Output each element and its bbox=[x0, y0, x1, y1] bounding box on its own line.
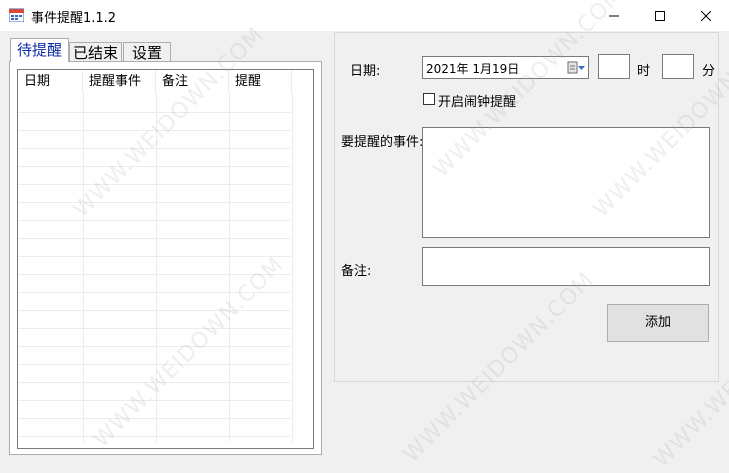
hour-input[interactable] bbox=[598, 54, 630, 79]
title-bar: 事件提醒1.1.2 bbox=[0, 0, 729, 31]
grid-header: 日期 提醒事件 备注 提醒 bbox=[18, 70, 313, 94]
grid-row-line bbox=[18, 220, 291, 221]
tab-finished[interactable]: 已结束 bbox=[69, 42, 122, 62]
maximize-button[interactable] bbox=[637, 0, 683, 31]
close-icon bbox=[701, 10, 711, 21]
tab-panel: 日期 提醒事件 备注 提醒 bbox=[9, 61, 322, 455]
grid-row-line bbox=[18, 400, 291, 401]
event-label: 要提醒的事件: bbox=[341, 135, 424, 150]
grid-row-line bbox=[18, 256, 291, 257]
grid-row-line bbox=[18, 274, 291, 275]
grid-row-line bbox=[18, 238, 291, 239]
tab-settings[interactable]: 设置 bbox=[123, 42, 171, 62]
date-value: 2021年 1月19日 bbox=[426, 62, 520, 76]
calendar-dropdown-icon[interactable] bbox=[566, 60, 586, 76]
column-header-remind[interactable]: 提醒 bbox=[229, 70, 292, 94]
minimize-icon bbox=[609, 15, 619, 16]
grid-row-line bbox=[18, 292, 291, 293]
maximize-icon bbox=[655, 10, 665, 21]
window-title: 事件提醒1.1.2 bbox=[31, 11, 117, 26]
close-button[interactable] bbox=[683, 0, 729, 31]
column-header-date[interactable]: 日期 bbox=[18, 70, 83, 94]
grid-row-line bbox=[18, 346, 291, 347]
column-header-event[interactable]: 提醒事件 bbox=[83, 70, 156, 94]
minute-input[interactable] bbox=[662, 54, 694, 79]
reminder-list[interactable]: 日期 提醒事件 备注 提醒 bbox=[17, 69, 314, 449]
grid-row-line bbox=[18, 382, 291, 383]
app-icon bbox=[9, 8, 24, 22]
grid-row-line bbox=[18, 310, 291, 311]
add-button[interactable]: 添加 bbox=[607, 304, 709, 342]
grid-row-line bbox=[18, 328, 291, 329]
grid-column-line bbox=[83, 94, 84, 442]
minimize-button[interactable] bbox=[591, 0, 637, 31]
grid-row-line bbox=[18, 364, 291, 365]
alarm-checkbox-label[interactable]: 开启闹钟提醒 bbox=[438, 91, 516, 110]
tab-pending[interactable]: 待提醒 bbox=[10, 38, 69, 62]
alarm-checkbox[interactable] bbox=[423, 93, 435, 105]
grid-column-line bbox=[229, 94, 230, 442]
grid-row-line bbox=[18, 202, 291, 203]
hour-label: 时 bbox=[637, 64, 651, 79]
column-header-note[interactable]: 备注 bbox=[156, 70, 229, 94]
grid-row-line bbox=[18, 112, 291, 113]
grid-row-line bbox=[18, 148, 291, 149]
event-textarea[interactable] bbox=[422, 127, 710, 238]
grid-row-line bbox=[18, 130, 291, 131]
grid-column-line bbox=[156, 94, 157, 442]
grid-row-line bbox=[18, 184, 291, 185]
grid-row-line bbox=[18, 418, 291, 419]
date-label: 日期: bbox=[350, 64, 381, 79]
note-label: 备注: bbox=[341, 264, 372, 279]
grid-row-line bbox=[18, 436, 291, 437]
note-input[interactable] bbox=[422, 247, 710, 286]
date-picker[interactable]: 2021年 1月19日 bbox=[422, 56, 589, 79]
minute-label: 分 bbox=[702, 64, 716, 79]
grid-column-line bbox=[292, 94, 293, 442]
grid-row-line bbox=[18, 166, 291, 167]
